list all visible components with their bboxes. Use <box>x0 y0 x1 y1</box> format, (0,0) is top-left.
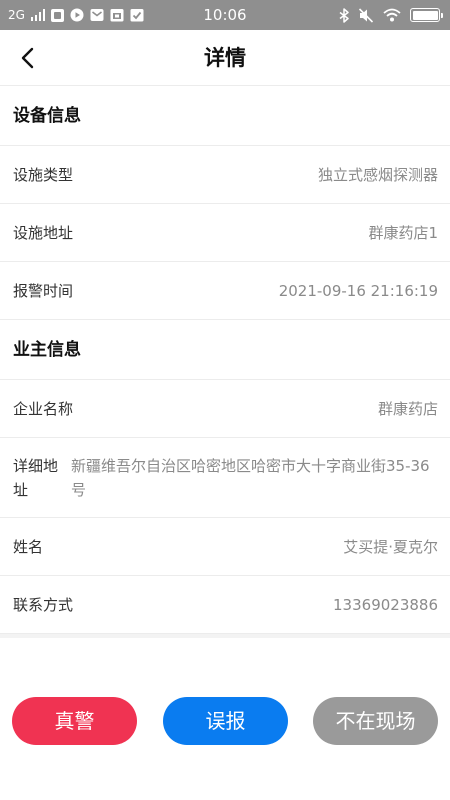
alarm-time-row: 报警时间 2021-09-16 21:16:19 <box>0 262 450 320</box>
navigation-bar: 详情 <box>0 30 450 86</box>
status-bar-right <box>339 7 443 23</box>
owner-name-row: 姓名 艾买提·夏克尔 <box>0 518 450 576</box>
content-bottom-divider <box>0 634 450 638</box>
owner-info-section-title: 业主信息 <box>0 320 450 380</box>
battery-icon <box>410 8 443 22</box>
facility-type-label: 设施类型 <box>13 166 74 184</box>
detailed-address-row: 详细地址 新疆维吾尔自治区哈密地区哈密市大十字商业街35-36号 <box>0 438 450 518</box>
company-name-row: 企业名称 群康药店 <box>0 380 450 438</box>
owner-name-label: 姓名 <box>13 538 44 556</box>
alarm-time-value: 2021-09-16 21:16:19 <box>278 282 438 300</box>
alarm-time-label: 报警时间 <box>13 282 74 300</box>
company-name-label: 企业名称 <box>13 400 74 418</box>
facility-address-value: 群康药店1 <box>368 224 438 242</box>
action-bar: 真警 误报 不在现场 <box>0 697 450 745</box>
facility-type-value: 独立式感烟探测器 <box>317 166 438 184</box>
page-title: 详情 <box>204 46 246 70</box>
company-name-value: 群康药店 <box>377 400 438 418</box>
facility-type-row: 设施类型 独立式感烟探测器 <box>0 146 450 204</box>
facility-address-row: 设施地址 群康药店1 <box>0 204 450 262</box>
wifi-icon <box>383 8 401 22</box>
detailed-address-label: 详细地址 <box>13 457 59 499</box>
status-bar: 2G 10:06 <box>0 0 450 30</box>
contact-value: 13369023886 <box>333 596 438 614</box>
false-alarm-button[interactable]: 误报 <box>163 697 288 745</box>
detail-content: 设备信息 设施类型 独立式感烟探测器 设施地址 群康药店1 报警时间 2021-… <box>0 86 450 638</box>
facility-address-label: 设施地址 <box>13 224 74 242</box>
owner-name-value: 艾买提·夏克尔 <box>343 538 438 556</box>
real-alarm-button[interactable]: 真警 <box>12 697 137 745</box>
bluetooth-icon <box>339 7 349 23</box>
device-info-section-title: 设备信息 <box>0 86 450 146</box>
contact-label: 联系方式 <box>13 596 74 614</box>
contact-row: 联系方式 13369023886 <box>0 576 450 634</box>
detailed-address-value: 新疆维吾尔自治区哈密地区哈密市大十字商业街35-36号 <box>71 457 430 499</box>
mute-icon <box>358 7 374 23</box>
not-on-site-button[interactable]: 不在现场 <box>313 697 438 745</box>
battery-level-fill <box>412 10 438 20</box>
